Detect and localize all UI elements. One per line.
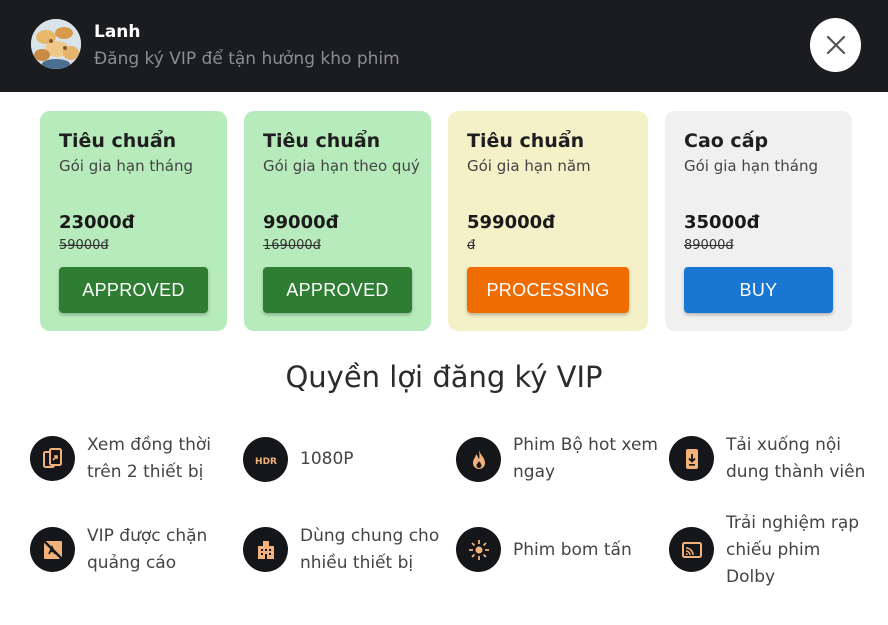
- fire-icon: [456, 437, 501, 482]
- buy-button[interactable]: BUY: [684, 267, 833, 313]
- ad-block-icon: [30, 527, 75, 572]
- benefits-title: Quyền lợi đăng ký VIP: [285, 360, 603, 394]
- download-icon: [669, 436, 714, 481]
- plan-price: 99000đ: [263, 212, 339, 233]
- close-button[interactable]: [810, 18, 861, 72]
- approved-button[interactable]: APPROVED: [59, 267, 208, 313]
- hdr-icon: HDR: [243, 437, 288, 482]
- benefit-label: 1080P: [300, 449, 354, 469]
- plan-subtitle: Gói gia hạn tháng: [684, 157, 818, 175]
- plan-title: Tiêu chuẩn: [467, 130, 585, 152]
- plan-title: Tiêu chuẩn: [59, 130, 177, 152]
- benefit-label: Xem đồng thời trên 2 thiết bị: [87, 435, 212, 482]
- processing-button[interactable]: PROCESSING: [467, 267, 629, 313]
- plan-subtitle: Gói gia hạn năm: [467, 157, 591, 175]
- avatar: [31, 19, 81, 69]
- plan-price: 599000đ: [467, 212, 556, 233]
- plan-card-premium-monthly: Cao cấp Gói gia hạn tháng 35000đ 89000đ …: [665, 111, 852, 331]
- modal-header: Lanh Đăng ký VIP để tận hưởng kho phim: [0, 0, 888, 92]
- plan-card-standard-quarterly: Tiêu chuẩn Gói gia hạn theo quý 99000đ 1…: [244, 111, 431, 331]
- devices-icon: [30, 436, 75, 481]
- plan-old-price: đ: [467, 238, 476, 253]
- plan-old-price: 89000đ: [684, 238, 734, 253]
- plan-price: 35000đ: [684, 212, 760, 233]
- plan-title: Cao cấp: [684, 130, 769, 152]
- plan-old-price: 169000đ: [263, 238, 321, 253]
- plan-price: 23000đ: [59, 212, 135, 233]
- user-name: Lanh: [94, 22, 141, 42]
- header-subtitle: Đăng ký VIP để tận hưởng kho phim: [94, 49, 400, 69]
- plan-subtitle: Gói gia hạn tháng: [59, 157, 193, 175]
- benefit-label: Tải xuống nội dung thành viên: [726, 435, 866, 482]
- svg-text:HDR: HDR: [255, 457, 277, 467]
- close-icon: [826, 35, 845, 55]
- building-icon: [243, 527, 288, 572]
- sparkle-icon: [456, 527, 501, 572]
- benefit-label: Phim Bộ hot xem ngay: [513, 435, 658, 482]
- benefit-label: Dùng chung cho nhiều thiết bị: [300, 526, 440, 573]
- benefit-label: Phim bom tấn: [513, 540, 632, 560]
- benefit-label: Trải nghiệm rạp chiếu phim Dolby: [726, 513, 860, 587]
- approved-button[interactable]: APPROVED: [263, 267, 412, 313]
- benefit-label: VIP được chặn quảng cáo: [87, 526, 208, 573]
- plan-card-standard-monthly: Tiêu chuẩn Gói gia hạn tháng 23000đ 5900…: [40, 111, 227, 331]
- plan-title: Tiêu chuẩn: [263, 130, 381, 152]
- cast-icon: [669, 527, 714, 572]
- plan-old-price: 59000đ: [59, 238, 109, 253]
- plan-card-standard-yearly: Tiêu chuẩn Gói gia hạn năm 599000đ đ PRO…: [448, 111, 648, 331]
- plan-subtitle: Gói gia hạn theo quý: [263, 157, 420, 175]
